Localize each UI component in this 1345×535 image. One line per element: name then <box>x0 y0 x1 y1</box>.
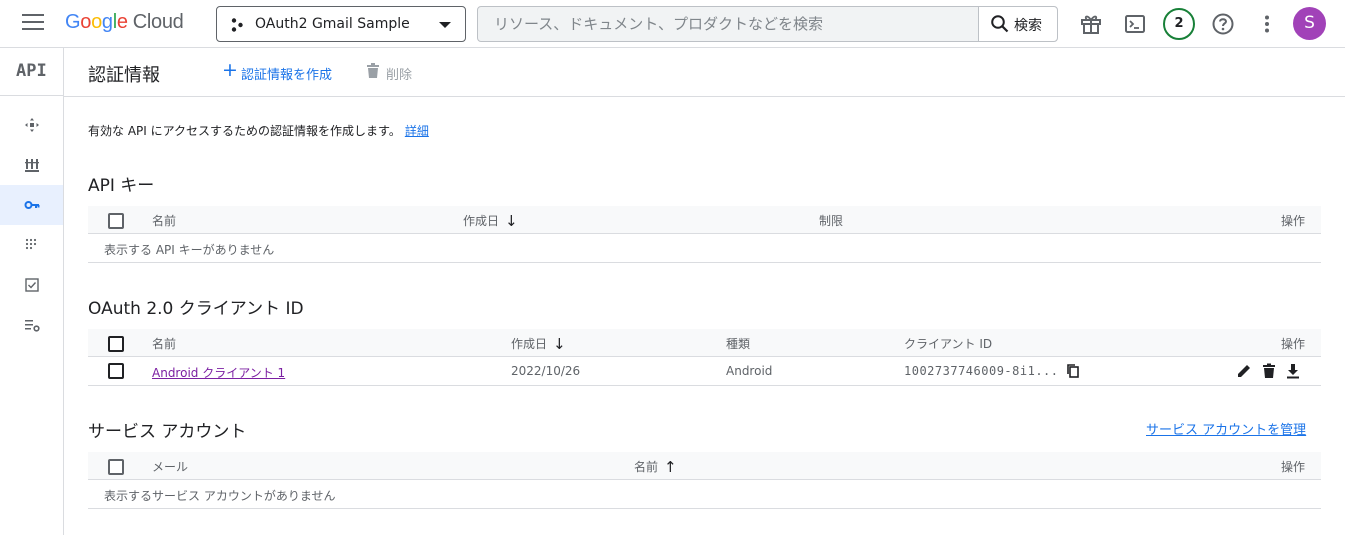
dashboard-icon <box>25 118 39 132</box>
google-cloud-logo[interactable]: Google Cloud <box>65 11 184 34</box>
add-icon: + <box>222 59 238 81</box>
settings-icon <box>25 320 40 332</box>
key-icon <box>24 201 40 209</box>
table-header: 名前 作成日 ↓ 制限 操作 <box>88 206 1321 234</box>
rail-item-dashboard[interactable] <box>0 105 63 145</box>
help-icon[interactable] <box>1207 8 1239 40</box>
rail-item-library[interactable] <box>0 145 63 185</box>
gift-icon[interactable] <box>1075 8 1107 40</box>
arrow-up-icon: ↑ <box>664 458 677 476</box>
empty-row: 表示する API キーがありません <box>88 234 1321 263</box>
arrow-down-icon: ↓ <box>553 335 566 353</box>
intro-description: 有効な API にアクセスするための認証情報を作成します。 <box>88 124 401 138</box>
column-header-restrictions[interactable]: 制限 <box>819 212 843 229</box>
table-header: メール 名前 ↑ 操作 <box>88 452 1321 480</box>
rail-title: API <box>0 48 63 96</box>
agreement-icon <box>25 278 39 292</box>
service-accounts-table: メール 名前 ↑ 操作 表示するサービス アカウントがありません <box>88 452 1321 510</box>
service-accounts-title: サービス アカウント <box>88 422 247 442</box>
api-keys-title: API キー <box>88 176 155 196</box>
project-selector[interactable]: OAuth2 Gmail Sample <box>216 6 466 42</box>
column-header-type[interactable]: 種類 <box>726 335 750 352</box>
column-header-name[interactable]: 名前 <box>152 212 176 229</box>
column-header-actions: 操作 <box>1280 337 1305 351</box>
chevron-down-icon <box>439 22 451 28</box>
cloud-shell-icon[interactable] <box>1119 8 1151 40</box>
table-row: Android クライアント 1 2022/10/26 Android 1002… <box>88 357 1321 386</box>
trash-icon <box>367 63 379 78</box>
delete-icon[interactable] <box>1260 362 1278 380</box>
project-name: OAuth2 Gmail Sample <box>255 16 410 32</box>
column-header-actions: 操作 <box>1280 214 1305 228</box>
column-header-client-id[interactable]: クライアント ID <box>904 335 992 352</box>
column-header-created[interactable]: 作成日 ↓ <box>511 335 566 353</box>
select-all-checkbox[interactable] <box>108 213 124 229</box>
project-icon <box>231 18 243 32</box>
intro-text: 有効な API にアクセスするための認証情報を作成します。 詳細 <box>88 122 429 139</box>
column-header-email[interactable]: メール <box>152 458 188 475</box>
rail-item-consent[interactable] <box>0 225 63 265</box>
page-title: 認証情報 <box>88 65 160 86</box>
main-menu-icon[interactable] <box>22 14 44 32</box>
logo-cloud-text: Cloud <box>132 11 184 33</box>
empty-message: 表示する API キーがありません <box>104 243 275 257</box>
create-credentials-label: 認証情報を作成 <box>241 68 333 83</box>
delete-label: 削除 <box>386 68 413 83</box>
download-icon[interactable] <box>1284 362 1302 380</box>
column-header-created-label: 作成日 <box>463 214 500 228</box>
left-rail: API <box>0 48 64 535</box>
select-all-checkbox[interactable] <box>108 459 124 475</box>
column-header-name[interactable]: 名前 ↑ <box>634 458 677 476</box>
avatar[interactable]: S <box>1293 7 1326 40</box>
row-checkbox[interactable] <box>108 363 124 379</box>
rail-item-credentials[interactable] <box>0 185 63 225</box>
column-header-name[interactable]: 名前 <box>152 335 176 352</box>
copy-icon[interactable] <box>1064 362 1082 380</box>
search-input[interactable] <box>478 7 980 41</box>
column-header-actions: 操作 <box>1280 460 1305 474</box>
search-bar: 検索 <box>477 6 1058 42</box>
search-icon <box>991 15 1009 33</box>
more-vert-icon[interactable] <box>1251 8 1283 40</box>
library-icon <box>25 159 39 172</box>
table-header: 名前 作成日 ↓ 種類 クライアント ID 操作 <box>88 329 1321 357</box>
rail-item-agreements[interactable] <box>0 265 63 305</box>
client-id: 1002737746009-8i1... <box>904 364 1059 378</box>
learn-more-link[interactable]: 詳細 <box>405 124 429 138</box>
created-date: 2022/10/26 <box>511 364 581 378</box>
empty-row: 表示するサービス アカウントがありません <box>88 480 1321 509</box>
arrow-down-icon: ↓ <box>505 212 518 230</box>
column-header-created[interactable]: 作成日 ↓ <box>463 212 518 230</box>
top-bar: GoogleCloud OAuth2 Gmail Sample 検索 2 S <box>0 0 1345 48</box>
client-name-link[interactable]: Android クライアント 1 <box>152 364 285 381</box>
rail-item-settings[interactable] <box>0 305 63 345</box>
edit-icon[interactable] <box>1235 362 1253 380</box>
search-button[interactable]: 検索 <box>978 7 1057 41</box>
oauth-clients-table: 名前 作成日 ↓ 種類 クライアント ID 操作 Android クライアント 1… <box>88 329 1321 387</box>
empty-message: 表示するサービス アカウントがありません <box>104 489 336 503</box>
page-header: 認証情報 + 認証情報を作成 削除 <box>64 48 1345 97</box>
column-header-name-label: 名前 <box>634 460 659 474</box>
client-type: Android <box>726 364 773 378</box>
search-button-label: 検索 <box>1014 18 1042 34</box>
select-all-checkbox[interactable] <box>108 336 124 352</box>
column-header-created-label: 作成日 <box>511 337 548 351</box>
manage-service-accounts-link[interactable]: サービス アカウントを管理 <box>1146 419 1306 438</box>
api-keys-table: 名前 作成日 ↓ 制限 操作 表示する API キーがありません <box>88 206 1321 264</box>
notifications-badge[interactable]: 2 <box>1163 8 1195 40</box>
consent-icon <box>25 238 37 250</box>
rail-title-text: API <box>16 61 47 81</box>
oauth-clients-title: OAuth 2.0 クライアント ID <box>88 299 304 319</box>
